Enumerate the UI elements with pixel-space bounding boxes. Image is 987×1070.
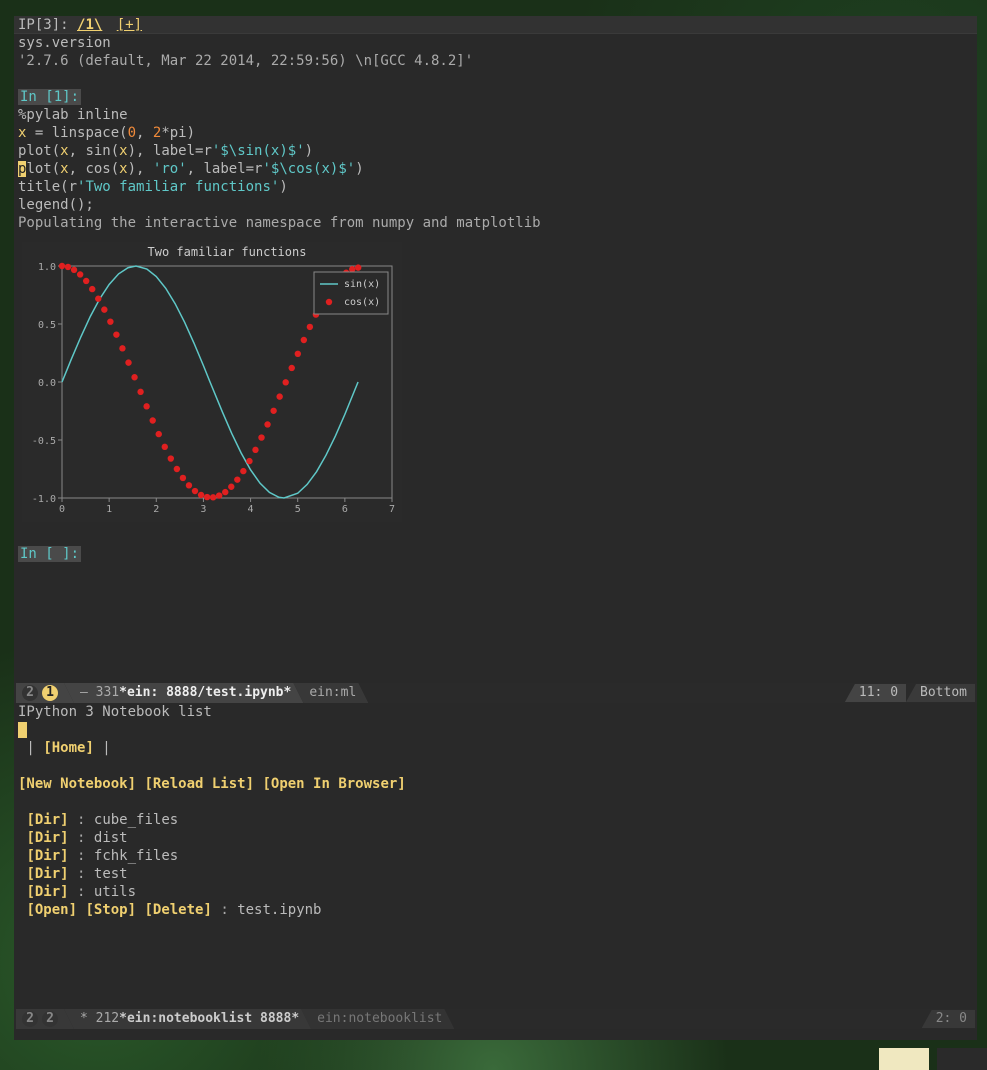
svg-text:0.0: 0.0	[38, 378, 56, 389]
svg-text:cos(x): cos(x)	[344, 297, 380, 308]
notebook-buffer[interactable]: sys.version '2.7.6 (default, Mar 22 2014…	[14, 34, 977, 683]
stop-button[interactable]: [Stop]	[85, 902, 136, 918]
tab-prefix: IP[3]:	[18, 17, 77, 33]
dir-link[interactable]: [Dir]	[26, 812, 68, 828]
svg-text:1: 1	[106, 504, 112, 515]
workspace-badge: 2	[22, 685, 38, 701]
tab-bar: IP[3]: /1\ [+]	[14, 16, 977, 34]
code-line: %pylab inline	[18, 106, 973, 124]
code-line: plot(x, sin(x), label=r'$\sin(x)$')	[18, 142, 973, 160]
code-line: plot(x, cos(x), 'ro', label=r'$\cos(x)$'…	[18, 160, 973, 178]
dir-link[interactable]: [Dir]	[26, 830, 68, 846]
new-notebook-button[interactable]: [New Notebook]	[18, 776, 136, 792]
cell-prompt: In [1]:	[18, 89, 81, 105]
pane-header: IPython 3 Notebook list	[18, 703, 973, 721]
output-line: Populating the interactive namespace fro…	[18, 214, 973, 232]
svg-text:0.5: 0.5	[38, 320, 56, 331]
code-line: legend();	[18, 196, 973, 214]
notebooklist-buffer[interactable]: IPython 3 Notebook list | [Home] | [New …	[14, 703, 977, 1009]
dir-name: fchk_files	[94, 848, 178, 864]
svg-text:0: 0	[59, 504, 65, 515]
svg-text:7: 7	[389, 504, 395, 515]
svg-text:Two familiar functions: Two familiar functions	[148, 245, 307, 259]
output-line: '2.7.6 (default, Mar 22 2014, 22:59:56) …	[18, 52, 973, 70]
file-name: test.ipynb	[237, 902, 321, 918]
svg-text:sin(x): sin(x)	[344, 279, 380, 290]
buffer-name: *ein: 8888/test.ipynb*	[119, 684, 291, 702]
cell-prompt: In [ ]:	[18, 546, 81, 562]
code-line: title(r'Two familiar functions')	[18, 178, 973, 196]
dir-link[interactable]: [Dir]	[26, 866, 68, 882]
dir-name: test	[94, 866, 128, 882]
major-mode: ein:ml	[309, 684, 356, 702]
workspace-badge: 1	[42, 685, 58, 701]
workspace-badge: 2	[42, 1011, 58, 1027]
svg-text:2: 2	[153, 504, 159, 515]
dir-name: cube_files	[94, 812, 178, 828]
cursor	[18, 722, 27, 738]
svg-text:3: 3	[200, 504, 206, 515]
breadcrumb: | [Home] |	[18, 739, 973, 757]
home-link[interactable]: [Home]	[43, 740, 94, 756]
cursor-pos: 2: 0	[936, 1010, 967, 1028]
desktop-taskbar	[0, 1048, 987, 1070]
dir-link[interactable]: [Dir]	[26, 884, 68, 900]
dir-name: dist	[94, 830, 128, 846]
dir-link[interactable]: [Dir]	[26, 848, 68, 864]
svg-text:4: 4	[248, 504, 254, 515]
open-in-browser-button[interactable]: [Open In Browser]	[262, 776, 405, 792]
modeline-top: 2 1 — 331 *ein: 8888/test.ipynb* ein:ml …	[14, 683, 977, 703]
svg-text:6: 6	[342, 504, 348, 515]
svg-text:1.0: 1.0	[38, 262, 56, 273]
code-line: x = linspace(0, 2*pi)	[18, 124, 973, 142]
cursor-pos: 11: 0	[859, 684, 898, 702]
scroll-pos: Bottom	[920, 684, 967, 702]
svg-text:-1.0: -1.0	[32, 494, 56, 505]
workspace-badge: 2	[22, 1011, 38, 1027]
buffer-name: *ein:notebooklist 8888*	[119, 1010, 299, 1028]
open-button[interactable]: [Open]	[26, 902, 77, 918]
code-line: sys.version	[18, 34, 973, 52]
plot-output: Two familiar functions -1.0 -0.5 0.0 0.5 1.0 0…	[18, 232, 418, 527]
modeline-bottom: 2 2 * 212 *ein:notebooklist 8888* ein:no…	[14, 1009, 977, 1029]
svg-text:5: 5	[295, 504, 301, 515]
delete-button[interactable]: [Delete]	[144, 902, 211, 918]
tab-active[interactable]: /1\	[77, 17, 102, 33]
major-mode: ein:notebooklist	[317, 1010, 442, 1028]
svg-text:-0.5: -0.5	[32, 436, 56, 447]
dir-name: utils	[94, 884, 136, 900]
reload-list-button[interactable]: [Reload List]	[144, 776, 254, 792]
tab-add[interactable]: [+]	[117, 17, 142, 33]
